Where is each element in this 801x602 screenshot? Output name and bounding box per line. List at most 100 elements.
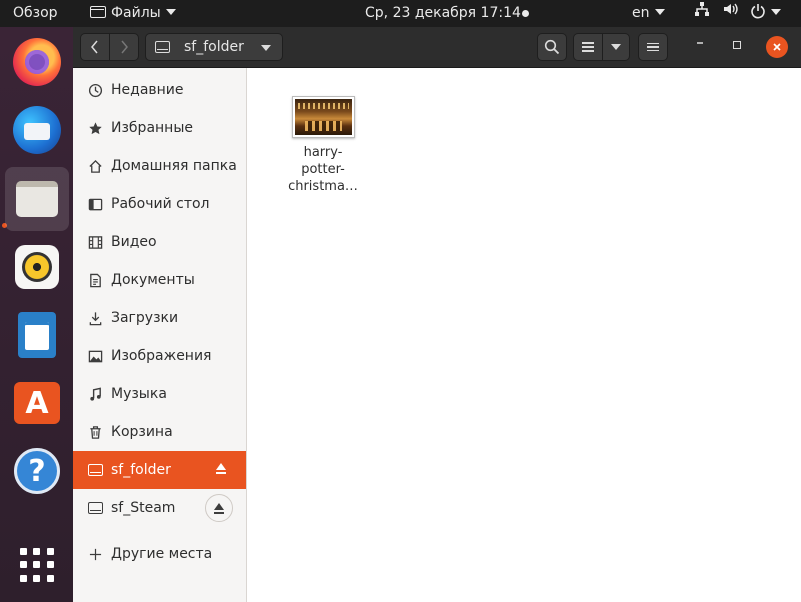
activities-button[interactable]: Обзор — [13, 0, 58, 27]
sidebar-item-trash[interactable]: Корзина — [73, 413, 246, 451]
view-options-button[interactable] — [602, 33, 630, 61]
sidebar-item-recent[interactable]: Недавние — [73, 71, 246, 109]
menu-button[interactable] — [638, 33, 668, 61]
sidebar-item-label: Корзина — [111, 424, 173, 440]
sidebar-item-label: Недавние — [111, 82, 184, 98]
home-icon — [87, 158, 103, 174]
dock-software[interactable]: A — [11, 377, 63, 429]
path-label: sf_folder — [184, 39, 244, 55]
sidebar-item-label: Музыка — [111, 386, 167, 402]
sidebar-item-starred[interactable]: Избранные — [73, 109, 246, 147]
file-name-line: potter- — [301, 162, 345, 177]
maximize-icon — [733, 41, 741, 49]
dock-files[interactable] — [5, 167, 69, 231]
folder-icon — [90, 6, 106, 18]
files-icon — [16, 181, 58, 217]
close-button[interactable] — [766, 36, 788, 58]
sidebar-item-label: Домашняя папка — [111, 158, 237, 174]
sidebar: Недавние Избранные Домашняя папка Рабочи… — [73, 68, 247, 602]
image-thumbnail — [291, 96, 355, 138]
dock-thunderbird[interactable] — [11, 104, 63, 156]
app-name: Файлы — [111, 5, 161, 21]
dock-firefox[interactable] — [11, 36, 63, 88]
sidebar-item-label: Другие места — [111, 546, 213, 562]
libreoffice-writer-icon — [18, 312, 56, 358]
show-applications-button[interactable] — [11, 539, 63, 591]
dock: A ? — [0, 27, 73, 602]
forward-button[interactable] — [109, 33, 139, 61]
divider — [73, 527, 246, 528]
sidebar-item-music[interactable]: Музыка — [73, 375, 246, 413]
sidebar-item-sf-folder[interactable]: sf_folder — [73, 451, 246, 489]
volume-icon[interactable] — [722, 0, 738, 27]
sidebar-item-downloads[interactable]: Загрузки — [73, 299, 246, 337]
app-menu-button[interactable]: Файлы — [90, 0, 176, 27]
file-name: harry- potter- christma… — [283, 144, 363, 195]
sidebar-item-pictures[interactable]: Изображения — [73, 337, 246, 375]
dock-writer[interactable] — [11, 309, 63, 361]
path-bar-button[interactable]: sf_folder — [145, 33, 283, 61]
drive-icon — [155, 41, 170, 53]
sidebar-item-label: sf_folder — [111, 462, 171, 478]
sidebar-item-label: Изображения — [111, 348, 212, 364]
sidebar-item-label: Загрузки — [111, 310, 179, 326]
chevron-down-icon — [165, 9, 176, 15]
top-bar: Обзор Файлы Ср, 23 декабря 17:14 en — [0, 0, 801, 27]
sidebar-item-label: Видео — [111, 234, 157, 250]
eject-button[interactable] — [205, 494, 233, 522]
list-view-icon — [582, 40, 594, 54]
search-button[interactable] — [537, 33, 567, 61]
sidebar-item-label: Рабочий стол — [111, 196, 210, 212]
image-icon — [87, 348, 103, 364]
keyboard-layout-menu[interactable]: en — [632, 0, 665, 27]
desktop-icon — [87, 196, 103, 212]
chevron-down-icon — [611, 44, 621, 50]
document-icon — [87, 272, 103, 288]
chevron-right-icon — [121, 40, 128, 54]
ubuntu-software-icon: A — [14, 382, 60, 424]
network-icon[interactable] — [694, 0, 710, 27]
music-icon — [87, 386, 103, 402]
search-icon — [544, 39, 560, 55]
hamburger-icon — [647, 41, 659, 54]
help-icon: ? — [14, 448, 60, 494]
sidebar-item-home[interactable]: Домашняя папка — [73, 147, 246, 185]
video-icon — [87, 234, 103, 250]
header-bar: sf_folder — [73, 27, 801, 68]
back-button[interactable] — [80, 33, 110, 61]
sidebar-item-label: Избранные — [111, 120, 193, 136]
firefox-icon — [13, 38, 61, 86]
sidebar-item-videos[interactable]: Видео — [73, 223, 246, 261]
file-name-line: harry- — [303, 145, 343, 160]
sidebar-item-desktop[interactable]: Рабочий стол — [73, 185, 246, 223]
maximize-button[interactable] — [733, 38, 741, 53]
view-mode-button[interactable] — [573, 33, 603, 61]
trash-icon — [87, 424, 103, 440]
plus-icon — [87, 546, 103, 562]
show-applications-icon — [20, 548, 54, 582]
clock-icon — [87, 82, 103, 98]
eject-icon[interactable] — [216, 463, 226, 474]
system-menu[interactable] — [750, 0, 781, 27]
star-icon — [87, 120, 103, 136]
sidebar-item-documents[interactable]: Документы — [73, 261, 246, 299]
download-icon — [87, 310, 103, 326]
sidebar-item-sf-steam[interactable]: sf_Steam — [73, 489, 246, 527]
clock[interactable]: Ср, 23 декабря 17:14 — [365, 0, 521, 27]
close-icon — [773, 43, 781, 51]
minimize-button[interactable] — [694, 35, 706, 51]
file-item[interactable]: harry- potter- christma… — [283, 96, 363, 195]
sidebar-item-other-locations[interactable]: Другие места — [73, 535, 246, 573]
file-name-line: christma… — [288, 179, 358, 194]
minimize-icon — [697, 42, 703, 44]
chevron-down-icon — [261, 45, 271, 51]
sidebar-item-label: Документы — [111, 272, 195, 288]
dock-rhythmbox[interactable] — [11, 241, 63, 293]
chevron-down-icon — [771, 9, 781, 15]
dock-help[interactable]: ? — [11, 445, 63, 497]
drive-icon — [87, 500, 103, 516]
file-view[interactable]: harry- potter- christma… — [247, 68, 801, 602]
rhythmbox-icon — [15, 245, 59, 289]
drive-icon — [87, 462, 103, 478]
sidebar-item-label: sf_Steam — [111, 500, 176, 516]
